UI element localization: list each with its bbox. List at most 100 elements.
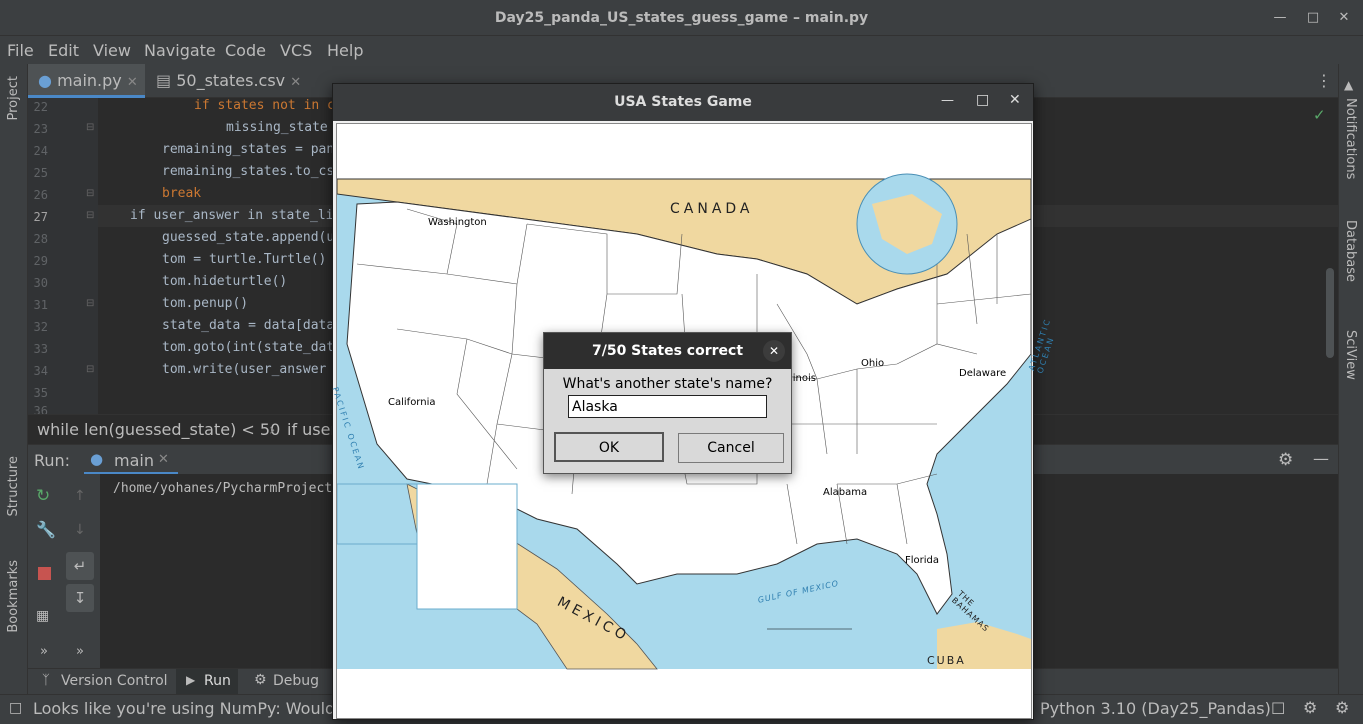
fold-icon[interactable]: ⊟ bbox=[86, 364, 94, 375]
line-number: 27 bbox=[33, 210, 48, 224]
code-line: tom.penup() bbox=[162, 296, 249, 311]
breadcrumb-item[interactable]: while len(guessed_state) < 50 bbox=[37, 420, 280, 439]
console-output: /home/yohanes/PycharmProject bbox=[113, 481, 333, 496]
more-options-icon[interactable]: ⋮ bbox=[1316, 71, 1332, 90]
expand-icon[interactable]: » bbox=[76, 644, 84, 659]
line-number: 29 bbox=[33, 254, 48, 268]
stop-icon[interactable] bbox=[38, 567, 51, 580]
fold-icon[interactable]: ⊟ bbox=[86, 188, 94, 199]
arrow-down-icon[interactable]: ↓ bbox=[74, 522, 86, 538]
play-icon: ▶ bbox=[186, 673, 196, 687]
settings-icon[interactable]: ⚙ bbox=[1303, 698, 1317, 717]
menu-navigate[interactable]: Navigate bbox=[144, 41, 216, 60]
bookmarks-tool-button[interactable]: Bookmarks bbox=[6, 560, 21, 633]
run-tab[interactable]: ▶ Run bbox=[176, 669, 238, 694]
expand-icon[interactable]: » bbox=[40, 644, 48, 659]
structure-tool-button[interactable]: Structure bbox=[6, 456, 21, 516]
run-config-label: main bbox=[114, 451, 154, 470]
line-number: 31 bbox=[33, 298, 48, 312]
scroll-to-end-icon[interactable]: ↧ bbox=[66, 584, 94, 612]
state-label-illinois: linois bbox=[790, 373, 817, 384]
close-icon[interactable]: ✕ bbox=[763, 340, 785, 362]
run-label: Run: bbox=[34, 451, 71, 470]
game-window-title-bar: USA States Game — □ ✕ bbox=[333, 84, 1033, 121]
tab-50-states-csv[interactable]: ▤ 50_states.csv ✕ bbox=[152, 64, 302, 98]
tab-main-py[interactable]: ● main.py ✕ bbox=[28, 64, 145, 98]
gear-icon[interactable]: ⚙ bbox=[1278, 450, 1293, 470]
memory-icon[interactable]: ⚙ bbox=[1335, 698, 1349, 717]
window-title-bar: Day25_panda_US_states_guess_game – main.… bbox=[0, 0, 1363, 36]
sciview-tool-button[interactable]: SciView bbox=[1343, 330, 1358, 380]
window-title: Day25_panda_US_states_guess_game – main.… bbox=[494, 10, 869, 26]
arrow-up-icon[interactable]: ↑ bbox=[74, 488, 86, 504]
state-label-delaware: Delaware bbox=[959, 368, 1007, 379]
hide-panel-icon[interactable]: — bbox=[1313, 449, 1329, 468]
menu-view[interactable]: View bbox=[93, 41, 131, 60]
rerun-icon[interactable]: ↻ bbox=[36, 486, 50, 506]
soft-wrap-icon[interactable]: ↵ bbox=[66, 552, 94, 580]
menu-vcs[interactable]: VCS bbox=[280, 41, 312, 60]
minimize-icon[interactable]: — bbox=[941, 93, 954, 108]
state-label-california: California bbox=[388, 397, 436, 408]
right-tool-strip: ▲ Notifications Database SciView bbox=[1338, 64, 1363, 694]
code-line: remaining_states = pan bbox=[162, 142, 335, 157]
map-label-canada: CANADA bbox=[670, 201, 754, 217]
run-toolbar: ↻ ↑ 🔧 ↓ ↵ ↧ ▦ » » bbox=[28, 474, 100, 668]
check-icon[interactable]: ✓ bbox=[1313, 106, 1326, 124]
branch-icon: ᛉ bbox=[42, 673, 50, 688]
line-number: 35 bbox=[33, 386, 48, 400]
layout-icon[interactable]: ▦ bbox=[36, 608, 49, 624]
state-guess-dialog[interactable]: 7/50 States correct ✕ What's another sta… bbox=[543, 332, 792, 474]
run-tab-label: Run bbox=[204, 673, 231, 689]
python-interpreter[interactable]: Python 3.10 (Day25_Pandas) bbox=[1040, 699, 1271, 718]
code-line: break bbox=[162, 186, 202, 201]
close-icon[interactable]: ✕ bbox=[1334, 8, 1354, 28]
close-tab-icon[interactable]: ✕ bbox=[158, 452, 169, 467]
code-line: remaining_states.to_cs bbox=[162, 164, 335, 179]
line-number: 34 bbox=[33, 364, 48, 378]
fold-icon[interactable]: ⊟ bbox=[86, 122, 94, 133]
breadcrumb-item[interactable]: if user bbox=[287, 420, 337, 439]
line-number: 32 bbox=[33, 320, 48, 334]
dialog-prompt: What's another state's name? bbox=[562, 376, 773, 392]
close-tab-icon[interactable]: ✕ bbox=[127, 75, 138, 90]
editor-scrollbar[interactable] bbox=[1326, 268, 1334, 358]
panel-toggle-icon[interactable]: □ bbox=[9, 700, 22, 716]
line-number: 23 bbox=[33, 122, 48, 136]
line-number: 22 bbox=[33, 100, 48, 114]
menu-file[interactable]: File bbox=[7, 41, 34, 60]
close-tab-icon[interactable]: ✕ bbox=[290, 75, 301, 90]
lock-icon[interactable]: ☐ bbox=[1271, 699, 1285, 718]
code-line: tom.goto(int(state_dat bbox=[162, 340, 335, 355]
menu-bar: File Edit View Navigate Code VCS Help bbox=[0, 36, 1363, 64]
code-line: state_data = data[data bbox=[162, 318, 335, 333]
csv-file-icon: ▤ bbox=[156, 71, 172, 90]
code-line: missing_state bbox=[226, 120, 328, 135]
project-tool-button[interactable]: Project bbox=[6, 76, 21, 120]
wrench-icon[interactable]: 🔧 bbox=[36, 520, 56, 539]
notifications-tool-button[interactable]: Notifications bbox=[1343, 98, 1358, 179]
version-control-tab[interactable]: Version Control bbox=[61, 673, 168, 689]
line-number: 30 bbox=[33, 276, 48, 290]
bell-icon[interactable]: ▲ bbox=[1344, 78, 1358, 92]
menu-edit[interactable]: Edit bbox=[48, 41, 79, 60]
menu-code[interactable]: Code bbox=[225, 41, 266, 60]
code-line: tom.write(user_answer bbox=[162, 362, 327, 377]
cancel-button[interactable]: Cancel bbox=[678, 433, 784, 463]
fold-icon[interactable]: ⊟ bbox=[86, 298, 94, 309]
game-window-title: USA States Game bbox=[614, 94, 752, 110]
close-icon[interactable]: ✕ bbox=[1009, 92, 1021, 108]
minimize-icon[interactable]: — bbox=[1270, 8, 1290, 28]
database-tool-button[interactable]: Database bbox=[1343, 220, 1358, 282]
tab-label: 50_states.csv bbox=[176, 71, 286, 90]
tab-run-main[interactable]: ● main ✕ bbox=[84, 445, 178, 475]
fold-icon[interactable]: ⊟ bbox=[86, 210, 94, 221]
status-message[interactable]: Looks like you're using NumPy: Would y bbox=[33, 699, 350, 718]
state-label-ohio: Ohio bbox=[861, 358, 885, 369]
maximize-icon[interactable]: □ bbox=[976, 92, 989, 108]
ok-button[interactable]: OK bbox=[554, 432, 664, 462]
state-name-input[interactable] bbox=[568, 395, 767, 418]
maximize-icon[interactable]: □ bbox=[1303, 8, 1323, 28]
menu-help[interactable]: Help bbox=[327, 41, 363, 60]
debug-tab[interactable]: Debug bbox=[273, 673, 319, 689]
